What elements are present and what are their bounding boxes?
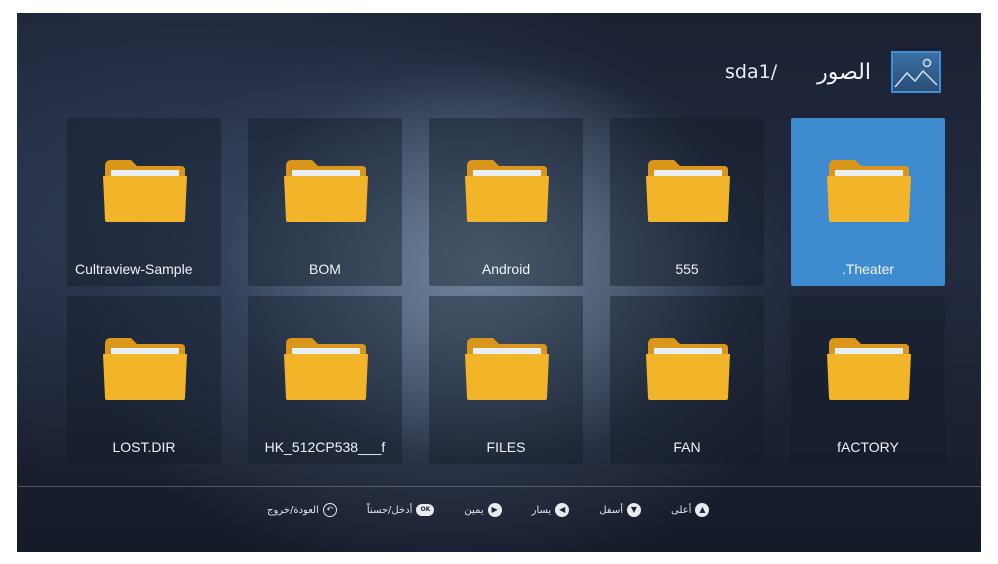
- folder-tile[interactable]: FAN: [610, 296, 764, 464]
- back-icon: ↶: [322, 503, 337, 517]
- folder-icon: [103, 160, 187, 222]
- folder-icon: [103, 338, 187, 400]
- folder-icon: [646, 160, 730, 222]
- help-right: يمين ▶: [464, 503, 502, 517]
- folder-icon: [465, 160, 549, 222]
- folder-tile[interactable]: fACTORY: [791, 296, 945, 464]
- help-label: العودة/خروج: [267, 504, 319, 516]
- folder-label: FAN: [673, 439, 701, 455]
- help-label: يسار: [531, 504, 552, 516]
- help-ok: أدخل/حسناً OK: [367, 504, 435, 516]
- folder-tile-selected[interactable]: .Theater: [791, 118, 945, 286]
- folder-label: HK_512CP538___f: [264, 439, 386, 455]
- help-down: أسفل ▼: [599, 503, 641, 517]
- folder-label: Cultraview-Sample: [75, 261, 193, 277]
- help-left: يسار ◀: [532, 503, 570, 517]
- folder-tile[interactable]: Android: [429, 118, 583, 286]
- folder-tile[interactable]: LOST.DIR: [67, 296, 221, 464]
- folder-icon: [284, 338, 368, 400]
- folder-icon: [646, 338, 730, 400]
- folder-icon: [284, 160, 368, 222]
- picture-icon: [891, 51, 941, 93]
- help-label: يمين: [464, 504, 484, 516]
- folder-tile[interactable]: FILES: [429, 296, 583, 464]
- help-label: أعلى: [671, 504, 692, 516]
- folder-tile[interactable]: BOM: [248, 118, 402, 286]
- folder-label: Android: [481, 261, 531, 277]
- folder-label: .Theater: [841, 261, 895, 277]
- folder-icon: [465, 338, 549, 400]
- folder-icon: [827, 160, 911, 222]
- folder-tile[interactable]: HK_512CP538___f: [248, 296, 402, 464]
- folder-label: LOST.DIR: [112, 439, 176, 455]
- page-title: الصور: [817, 59, 871, 85]
- header: sda1/ الصور: [725, 48, 941, 96]
- help-back: العودة/خروج ↶: [267, 503, 337, 517]
- right-arrow-icon: ▶: [487, 503, 502, 517]
- folder-icon: [827, 338, 911, 400]
- folder-label: FILES: [486, 439, 526, 455]
- remote-help-bar: العودة/خروج ↶ أدخل/حسناً OK يمين ▶ يسار …: [267, 500, 710, 520]
- down-arrow-icon: ▼: [627, 503, 641, 517]
- folder-tile[interactable]: Cultraview-Sample: [67, 118, 221, 286]
- ok-icon: OK: [416, 504, 435, 516]
- folder-tile[interactable]: 555: [610, 118, 764, 286]
- help-label: أدخل/حسناً: [366, 504, 413, 516]
- help-label: أسفل: [599, 504, 623, 516]
- current-path: sda1/: [725, 61, 778, 83]
- folder-label: fACTORY: [837, 439, 899, 455]
- help-up: أعلى ▲: [671, 503, 710, 517]
- left-arrow-icon: ◀: [555, 503, 570, 517]
- up-arrow-icon: ▲: [695, 503, 710, 517]
- file-browser-screen: sda1/ الصور Cultraview-Sample BOM Androi…: [17, 13, 981, 552]
- divider: [17, 486, 981, 487]
- folder-label: BOM: [309, 261, 341, 277]
- folder-label: 555: [675, 261, 699, 277]
